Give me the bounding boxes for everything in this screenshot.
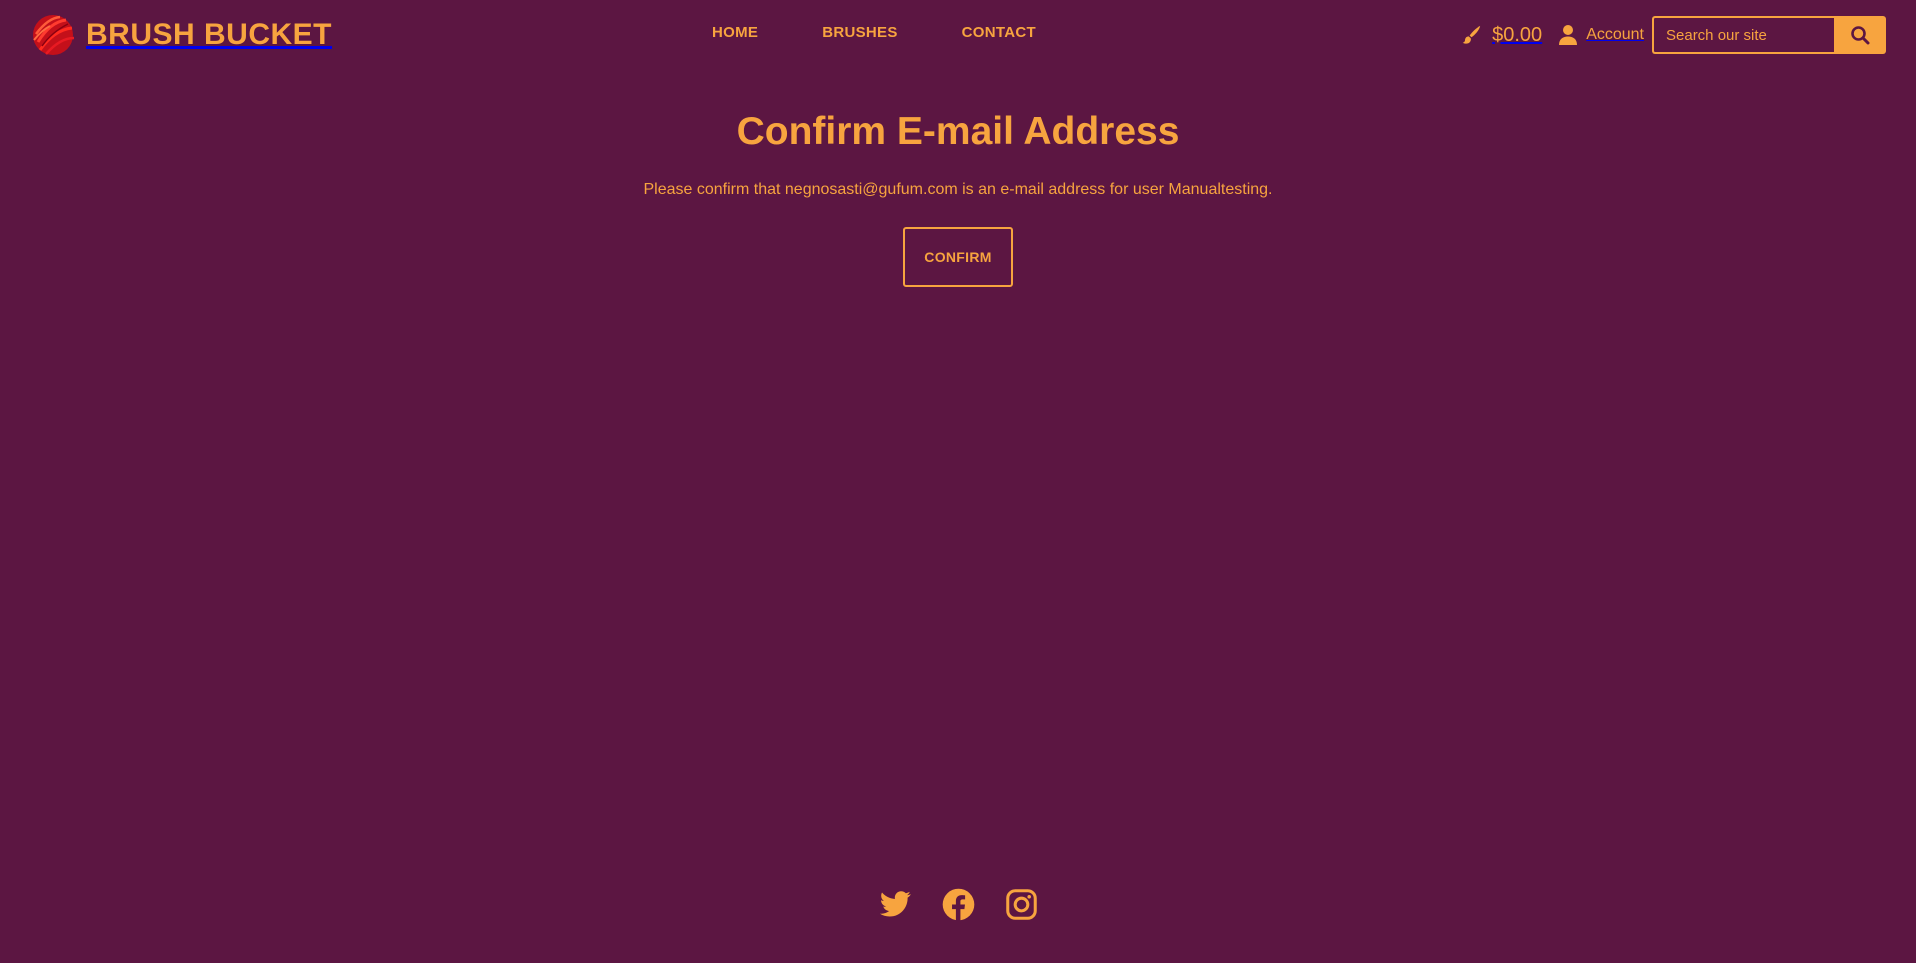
header-tools: $0.00 Account	[1460, 16, 1886, 54]
site-footer	[0, 888, 1916, 921]
cart-link[interactable]: $0.00	[1460, 24, 1542, 47]
instagram-link[interactable]	[1005, 888, 1038, 921]
user-icon	[1559, 25, 1578, 45]
search-icon	[1851, 26, 1870, 45]
brand-name: BRUSH BUCKET	[86, 18, 332, 51]
confirm-message: Please confirm that negnosasti@gufum.com…	[643, 181, 1273, 198]
paintbrush-icon	[1462, 25, 1481, 44]
site-logo-link[interactable]: BRUSH BUCKET	[30, 12, 332, 58]
nav-item-home[interactable]: HOME	[712, 24, 758, 41]
search-button[interactable]	[1834, 16, 1886, 54]
site-header: BRUSH BUCKET HOME BRUSHES CONTACT $0.00 …	[0, 0, 1916, 68]
account-link[interactable]: Account	[1558, 24, 1644, 46]
search-input[interactable]	[1652, 16, 1834, 54]
main-nav: HOME BRUSHES CONTACT	[712, 24, 1100, 41]
facebook-link[interactable]	[942, 888, 975, 921]
nav-item-contact[interactable]: CONTACT	[962, 24, 1036, 41]
confirm-email-section: Confirm E-mail Address Please confirm th…	[0, 110, 1916, 287]
search-form	[1652, 16, 1886, 54]
instagram-icon	[1005, 889, 1037, 920]
page-title: Confirm E-mail Address	[736, 110, 1180, 153]
nav-item-brushes[interactable]: BRUSHES	[822, 24, 897, 41]
paint-splash-logo-icon	[33, 15, 75, 55]
cart-total: $0.00	[1492, 23, 1543, 46]
facebook-icon	[942, 888, 974, 921]
account-label: Account	[1586, 26, 1644, 43]
twitter-icon	[879, 891, 911, 917]
confirm-button[interactable]: CONFIRM	[903, 227, 1013, 287]
twitter-link[interactable]	[879, 888, 912, 921]
